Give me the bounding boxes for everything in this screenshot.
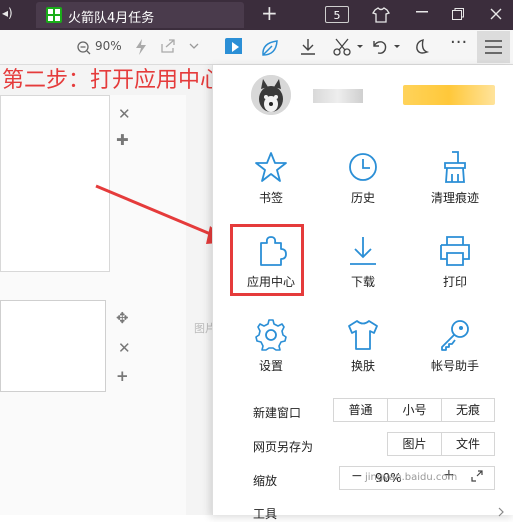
chevron-down-small-icon-2[interactable] — [393, 38, 411, 56]
menu-item-settings[interactable]: 设置 — [231, 313, 311, 387]
restore-icon[interactable] — [452, 8, 464, 20]
doc-card-2 — [0, 300, 106, 392]
star-icon — [255, 152, 287, 182]
key-icon — [441, 320, 469, 351]
move-icon[interactable]: ✥ — [116, 309, 129, 327]
menu-item-download[interactable]: 下载 — [323, 229, 403, 303]
husky-avatar-image — [251, 75, 291, 115]
menu-item-clear-traces[interactable]: 清理痕迹 — [415, 145, 495, 219]
skin-shirt-icon[interactable] — [372, 7, 390, 23]
download-toolbar-icon[interactable] — [299, 38, 317, 56]
fullscreen-icon[interactable] — [471, 470, 483, 482]
close-icon-2[interactable]: ✕ — [118, 339, 131, 357]
moon-icon[interactable] — [412, 38, 430, 56]
toolbar-zoom-value[interactable]: 90% — [95, 39, 122, 53]
vip-badge-blurred — [403, 85, 495, 105]
title-bar: ◂) 火箭队4月任务 + 5 — [0, 0, 513, 30]
plus-icon[interactable]: ✚ — [116, 131, 129, 149]
shirt-icon — [348, 320, 378, 350]
clock-icon — [349, 153, 377, 181]
menu-item-print[interactable]: 打印 — [415, 229, 495, 303]
speaker-icon[interactable]: ◂) — [2, 6, 13, 20]
watermark: jingyan.baidu.com — [365, 472, 458, 483]
scissors-icon[interactable] — [333, 38, 351, 56]
minimize-icon[interactable] — [416, 10, 428, 14]
leaf-icon[interactable] — [260, 38, 278, 56]
broom-icon — [444, 151, 466, 183]
chevron-right-icon — [498, 507, 504, 517]
close-icon[interactable]: ✕ — [118, 105, 131, 123]
zoom-label: 缩放 — [253, 474, 278, 488]
menu-button[interactable] — [477, 31, 510, 63]
app-center-highlight — [230, 224, 304, 296]
main-menu-panel: 书签 历史 清理痕迹 应用中心 下载 打印 设置 换肤 帐号助手 新建窗口 普通… — [212, 65, 513, 521]
share-icon[interactable] — [160, 38, 178, 56]
more-icon[interactable]: ··· — [450, 32, 468, 53]
new-window-label: 新建窗口 — [253, 406, 302, 420]
new-tab-icon[interactable]: + — [261, 1, 278, 25]
tab-count-badge[interactable]: 5 — [325, 6, 349, 23]
username-blurred — [313, 89, 363, 103]
menu-item-skin[interactable]: 换肤 — [323, 313, 403, 387]
save-as-image-button[interactable]: 图片 — [387, 432, 442, 456]
menu-item-bookmarks[interactable]: 书签 — [231, 145, 311, 219]
hamburger-icon — [485, 40, 502, 54]
avatar[interactable] — [251, 75, 291, 115]
undo-icon[interactable] — [370, 38, 388, 56]
browser-toolbar: 90% ··· — [0, 30, 513, 65]
new-window-incognito-button[interactable]: 无痕 — [441, 398, 495, 422]
lightning-icon[interactable] — [134, 38, 152, 56]
step-note: 第二步：打开应用中心 — [2, 68, 223, 93]
save-as-label: 网页另存为 — [253, 440, 314, 454]
spreadsheet-icon — [46, 7, 62, 23]
download-icon — [350, 237, 376, 265]
printer-icon — [440, 236, 470, 266]
gear-icon — [255, 319, 287, 351]
menu-item-account-helper[interactable]: 帐号助手 — [415, 313, 495, 387]
media-player-icon[interactable] — [224, 36, 242, 54]
plus-icon-2[interactable]: + — [116, 367, 129, 385]
tools-label[interactable]: 工具 — [253, 505, 277, 522]
zoom-out-button[interactable]: − — [351, 468, 363, 484]
new-window-normal-button[interactable]: 普通 — [333, 398, 388, 422]
tab-active[interactable]: 火箭队4月任务 — [36, 2, 244, 28]
new-window-small-button[interactable]: 小号 — [387, 398, 442, 422]
zoom-icon[interactable] — [76, 40, 94, 58]
close-window-icon[interactable] — [490, 8, 502, 20]
tab-title: 火箭队4月任务 — [68, 11, 155, 26]
chevron-down-icon[interactable] — [188, 38, 206, 56]
menu-item-history[interactable]: 历史 — [323, 145, 403, 219]
save-as-file-button[interactable]: 文件 — [441, 432, 495, 456]
